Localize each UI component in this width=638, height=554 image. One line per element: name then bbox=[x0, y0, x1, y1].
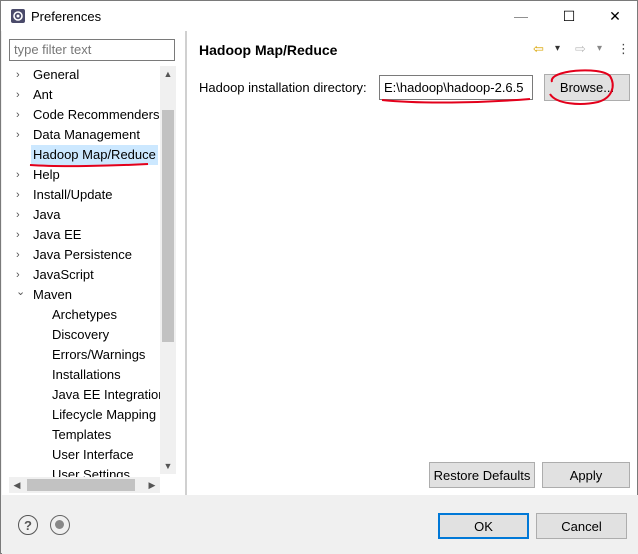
chevron-right-icon[interactable]: › bbox=[16, 205, 26, 225]
view-menu-icon[interactable]: ⋮ bbox=[617, 41, 630, 57]
tree-item-label: General bbox=[33, 67, 80, 82]
preferences-window: Preferences — ☐ ✕ type filter text › Gene… bbox=[0, 0, 638, 554]
tree-item-label: Errors/Warnings bbox=[52, 347, 146, 362]
tree-horizontal-scrollbar[interactable]: ◀ ▶ bbox=[9, 477, 160, 493]
chevron-right-icon[interactable]: › bbox=[16, 85, 26, 105]
title-bar: Preferences — ☐ ✕ bbox=[1, 1, 637, 31]
preference-tree-panel: type filter text › General › Ant › Code Recom… bbox=[2, 31, 185, 495]
back-menu-chevron-icon[interactable]: ▾ bbox=[555, 43, 560, 54]
tree-item[interactable]: Java EE Integration bbox=[2, 385, 160, 405]
tree-item[interactable]: › Data Management bbox=[2, 125, 160, 145]
tree-item[interactable]: › Install/Update bbox=[2, 185, 160, 205]
tree-item-label: Code Recommenders bbox=[33, 107, 160, 122]
install-dir-input[interactable]: E:\hadoop\hadoop-2.6.5 bbox=[379, 75, 533, 100]
chevron-right-icon[interactable]: › bbox=[16, 105, 26, 125]
preference-page: Hadoop Map/Reduce ⇦ ▾ ⇨ ▾ ⋮ Hadoop insta… bbox=[187, 31, 637, 495]
tree-item[interactable]: Templates bbox=[2, 425, 160, 445]
dialog-button-bar: ? OK Cancel bbox=[2, 495, 638, 554]
tree-item[interactable]: › Ant bbox=[2, 85, 160, 105]
restore-defaults-button[interactable]: Restore Defaults bbox=[429, 462, 535, 488]
tree-item[interactable]: User Interface bbox=[2, 445, 160, 465]
tree-item-label: Java Persistence bbox=[33, 247, 132, 262]
scroll-down-icon[interactable]: ▼ bbox=[160, 458, 176, 474]
scroll-up-icon[interactable]: ▲ bbox=[160, 66, 176, 82]
chevron-right-icon[interactable]: › bbox=[16, 225, 26, 245]
scroll-right-icon[interactable]: ▶ bbox=[144, 477, 160, 493]
cancel-button[interactable]: Cancel bbox=[536, 513, 627, 539]
tree-item-label: Install/Update bbox=[33, 187, 113, 202]
window-title: Preferences bbox=[31, 9, 102, 24]
maximize-button[interactable]: ☐ bbox=[546, 1, 592, 31]
import-export-icon[interactable] bbox=[50, 515, 70, 535]
chevron-right-icon[interactable]: › bbox=[16, 125, 26, 145]
install-dir-label: Hadoop installation directory: bbox=[199, 80, 367, 95]
back-arrow-icon[interactable]: ⇦ bbox=[533, 41, 544, 57]
tree-item-label: Java bbox=[33, 207, 61, 222]
tree-item-label: User Interface bbox=[52, 447, 134, 462]
tree-item[interactable]: ⌄ Maven bbox=[2, 285, 160, 305]
apply-button[interactable]: Apply bbox=[542, 462, 630, 488]
tree-item-label: Templates bbox=[52, 427, 112, 442]
chevron-right-icon[interactable]: › bbox=[16, 185, 26, 205]
forward-arrow-icon[interactable]: ⇨ bbox=[575, 41, 586, 57]
tree-item-label: Installations bbox=[52, 367, 121, 382]
browse-button[interactable]: Browse... bbox=[544, 74, 630, 101]
tree-item[interactable]: › Java EE bbox=[2, 225, 160, 245]
horizontal-scroll-thumb[interactable] bbox=[27, 479, 135, 491]
scroll-left-icon[interactable]: ◀ bbox=[9, 477, 25, 493]
tree-item[interactable]: › General bbox=[2, 65, 160, 85]
eclipse-app-icon bbox=[11, 9, 25, 23]
chevron-right-icon[interactable]: › bbox=[16, 165, 26, 185]
close-button[interactable]: ✕ bbox=[592, 1, 638, 31]
tree-item-label: Java EE Integration bbox=[52, 387, 160, 402]
minimize-button[interactable]: — bbox=[498, 1, 544, 31]
page-title: Hadoop Map/Reduce bbox=[199, 42, 338, 58]
vertical-scroll-thumb[interactable] bbox=[162, 110, 174, 342]
tree-item-label: JavaScript bbox=[33, 267, 94, 282]
tree-vertical-scrollbar[interactable]: ▲ ▼ bbox=[160, 66, 176, 474]
tree-item[interactable]: Installations bbox=[2, 365, 160, 385]
tree-item-label: Hadoop Map/Reduce bbox=[31, 145, 158, 165]
chevron-down-icon[interactable]: ⌄ bbox=[16, 282, 26, 302]
chevron-right-icon[interactable]: › bbox=[16, 65, 26, 85]
tree-item[interactable]: › Code Recommenders bbox=[2, 105, 160, 125]
tree-item[interactable]: Errors/Warnings bbox=[2, 345, 160, 365]
tree-item[interactable]: Hadoop Map/Reduce bbox=[2, 145, 160, 165]
ok-button[interactable]: OK bbox=[438, 513, 529, 539]
preference-tree: › General › Ant › Code Recommenders › Data Mana… bbox=[2, 65, 160, 509]
tree-item[interactable]: Archetypes bbox=[2, 305, 160, 325]
tree-item-label: Java EE bbox=[33, 227, 82, 242]
tree-item[interactable]: Lifecycle Mapping bbox=[2, 405, 160, 425]
page-nav-toolbar: ⇦ ▾ ⇨ ▾ ⋮ bbox=[533, 41, 633, 59]
tree-item-label: Archetypes bbox=[52, 307, 118, 322]
help-icon[interactable]: ? bbox=[18, 515, 38, 535]
tree-item-label: Maven bbox=[33, 287, 73, 302]
tree-item-label: Help bbox=[33, 167, 60, 182]
tree-item[interactable]: › Java Persistence bbox=[2, 245, 160, 265]
forward-menu-chevron-icon[interactable]: ▾ bbox=[597, 43, 602, 54]
chevron-right-icon[interactable]: › bbox=[16, 245, 26, 265]
tree-item-label: Ant bbox=[33, 87, 53, 102]
filter-input[interactable]: type filter text bbox=[9, 39, 175, 61]
tree-item-label: Data Management bbox=[33, 127, 140, 142]
tree-item-label: Lifecycle Mapping bbox=[52, 407, 157, 422]
tree-item[interactable]: › Java bbox=[2, 205, 160, 225]
tree-item[interactable]: › Help bbox=[2, 165, 160, 185]
tree-item[interactable]: Discovery bbox=[2, 325, 160, 345]
tree-item-label: Discovery bbox=[52, 327, 110, 342]
